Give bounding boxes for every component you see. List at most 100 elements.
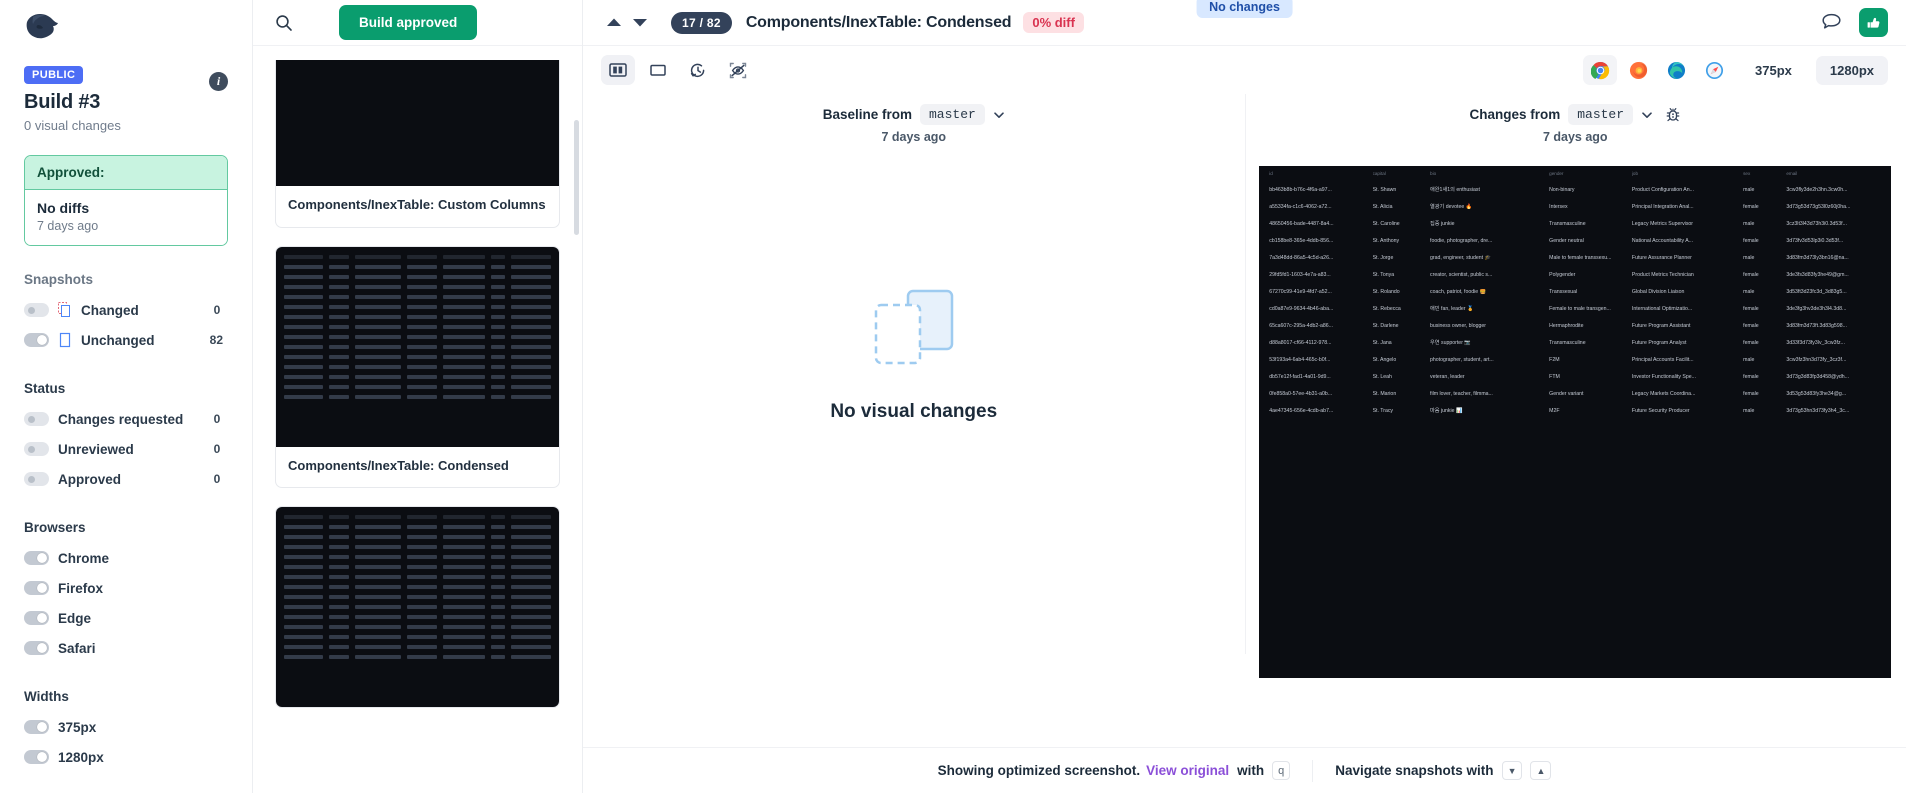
browser-chrome-button[interactable] (1583, 55, 1618, 85)
screenshot-table-cell: St. Jorge (1372, 254, 1394, 261)
screenshot-table-cell: St. Rolando (1372, 288, 1400, 295)
screenshot-table-cell: Gender neutral (1549, 237, 1584, 244)
screenshot-table-cell: Principal Integration Anal... (1631, 203, 1694, 210)
logo[interactable] (24, 0, 228, 46)
screenshot-table-cell: Non-binary (1549, 186, 1575, 193)
split-view-button[interactable] (601, 55, 635, 85)
screenshot-table-cell: 3cw3fly3de2h3hn.3cw0h... (1786, 186, 1848, 193)
history-button[interactable] (681, 55, 715, 85)
chevron-down-icon[interactable] (1641, 109, 1653, 121)
screenshot-table-row: 48650456-bade-4487-8a4... St. Caroline 집중 … (1259, 215, 1891, 232)
toggle-width-1280[interactable] (24, 750, 49, 764)
next-snapshot-button[interactable] (627, 10, 653, 36)
browser-safari-button[interactable] (1697, 55, 1731, 85)
snapshot-list-scrollbar[interactable] (574, 120, 579, 235)
width-375-button[interactable]: 375px (1741, 56, 1806, 85)
baseline-label: Baseline from (822, 107, 912, 122)
filter-changed[interactable]: Changed 0 (24, 295, 228, 325)
screenshot-table-cell: 53f193a4-6ab4-465c-b0f... (1269, 356, 1331, 363)
changes-branch-chip[interactable]: master (1568, 104, 1634, 125)
filter-width-1280[interactable]: 1280px (24, 742, 228, 772)
snapshot-screenshot[interactable]: id capital bio gender job sex email bb463b8b-b7… (1259, 166, 1892, 678)
screenshot-table-cell: db57e12f-fad1-4a01-9d9... (1269, 373, 1331, 380)
search-icon[interactable] (275, 14, 293, 32)
screenshot-table-cell: 3cz3lt3l43d73h3i0.3d53f... (1786, 220, 1847, 227)
screenshot-table-cell: Legacy Markets Coordina... (1631, 390, 1696, 397)
screenshot-table-row: a55334fa-c1c6-4062-a72... St. Alicia 열광기 d… (1259, 198, 1891, 215)
screenshot-table-cell: St. Darlene (1372, 322, 1399, 329)
filter-width-375[interactable]: 375px (24, 712, 228, 742)
screenshot-table-cell: St. Tracy (1372, 407, 1394, 414)
screenshot-table-cell: film lover, teacher, filmma... (1430, 390, 1493, 397)
toggle-changes-requested[interactable] (24, 412, 49, 426)
keyboard-shortcut-down: ▼ (1501, 761, 1523, 780)
previous-snapshot-button[interactable] (601, 10, 627, 36)
screenshot-table-cell: 애완1새1의 enthusiast (1430, 187, 1480, 193)
snapshot-card[interactable]: Components/InexTable: Custom Columns (275, 60, 560, 228)
screenshot-table-cell: male (1743, 407, 1755, 414)
filter-browser-edge[interactable]: Edge (24, 603, 228, 633)
screenshot-column-header: job (1631, 171, 1639, 176)
filter-unreviewed[interactable]: Unreviewed 0 (24, 434, 228, 464)
filter-browser-firefox[interactable]: Firefox (24, 573, 228, 603)
snapshot-card[interactable]: Components/InexTable: Condensed (275, 245, 560, 489)
main-panel: 17 / 82 Components/InexTable: Condensed … (583, 0, 1906, 793)
approved-card-timestamp: 7 days ago (37, 219, 99, 233)
toggle-browser-edge[interactable] (24, 611, 49, 625)
keyboard-shortcut-q: q (1272, 761, 1291, 780)
screenshot-table-cell: 3d73g3d83fp3d458@ydh... (1786, 373, 1850, 380)
screenshot-table-cell: cb158be8-365e-4ddb-856... (1269, 237, 1334, 244)
toggle-browser-safari[interactable] (24, 641, 49, 655)
screenshot-table-cell: Legacy Metrics Supervisor (1631, 220, 1694, 227)
single-view-icon (650, 64, 666, 76)
approve-snapshot-button[interactable] (1859, 8, 1888, 37)
toggle-approved[interactable] (24, 472, 49, 486)
toggle-unchanged[interactable] (24, 333, 49, 347)
screenshot-table-cell: 3de3fs3d83fy3he49@gm... (1786, 271, 1849, 278)
screenshot-table-cell: Transmasculine (1549, 339, 1586, 346)
screenshot-table-row: 29fd5fd1-1603-4e7a-a83... St. Tonya creato… (1259, 266, 1891, 283)
snapshot-counter: 17 / 82 (671, 11, 732, 34)
width-1280-button[interactable]: 1280px (1815, 55, 1888, 85)
filter-changes-requested[interactable]: Changes requested 0 (24, 404, 228, 434)
screenshot-table-cell: female (1743, 373, 1759, 380)
footer-divider (1312, 759, 1314, 782)
screenshot-table-cell: International Optimizatio... (1631, 305, 1693, 312)
toggle-unreviewed[interactable] (24, 442, 49, 456)
single-view-button[interactable] (641, 55, 675, 85)
info-icon[interactable]: i (209, 72, 228, 91)
unchanged-snapshot-icon (59, 332, 71, 348)
toggle-browser-chrome[interactable] (24, 551, 49, 565)
filter-browser-chrome[interactable]: Chrome (24, 543, 228, 573)
screenshot-table-row: 67270c99-41e9-4fd7-a52... St. Rolando coac… (1259, 283, 1891, 300)
comment-icon[interactable] (1821, 12, 1843, 34)
browser-firefox-button[interactable] (1621, 55, 1655, 85)
screenshot-table-cell: St. Marion (1372, 390, 1397, 397)
bug-settings-icon[interactable] (1665, 107, 1681, 123)
toggle-changed[interactable] (24, 303, 49, 317)
snapshot-list-scroll[interactable]: Components/InexTable: Custom Columns Com… (253, 46, 582, 709)
toggle-browser-firefox[interactable] (24, 581, 49, 595)
browsers-section-title: Browsers (24, 520, 86, 535)
chevron-down-icon[interactable] (993, 109, 1005, 121)
filter-unchanged-count: 82 (209, 333, 223, 347)
screenshot-table-cell: St. Tonya (1372, 271, 1395, 278)
screenshot-table-cell: 열광기 devotee 🔥 (1430, 204, 1473, 210)
screenshot-table-cell: female (1743, 271, 1759, 278)
screenshot-table-cell: Future Program Analyst (1631, 339, 1687, 346)
filter-browser-edge-label: Edge (58, 610, 92, 626)
baseline-branch-chip[interactable]: master (919, 104, 985, 125)
filter-browser-safari[interactable]: Safari (24, 633, 228, 663)
hide-diff-overlay-button[interactable] (721, 55, 755, 85)
view-original-link[interactable]: View original (1146, 763, 1229, 778)
browser-edge-button[interactable] (1659, 55, 1693, 85)
filter-unchanged[interactable]: Unchanged 82 (24, 325, 228, 355)
screenshot-table-cell: Polygender (1549, 271, 1576, 278)
build-approved-button[interactable]: Build approved (339, 5, 478, 40)
screenshot-table-cell: creator, scientist, public s... (1430, 271, 1493, 278)
baseline-header: Baseline from master 7 days ago (583, 94, 1245, 144)
snapshot-card[interactable] (275, 506, 560, 709)
toggle-width-375[interactable] (24, 720, 49, 734)
filter-approved[interactable]: Approved 0 (24, 464, 228, 494)
screenshot-table-cell: Gender variant (1549, 390, 1584, 397)
